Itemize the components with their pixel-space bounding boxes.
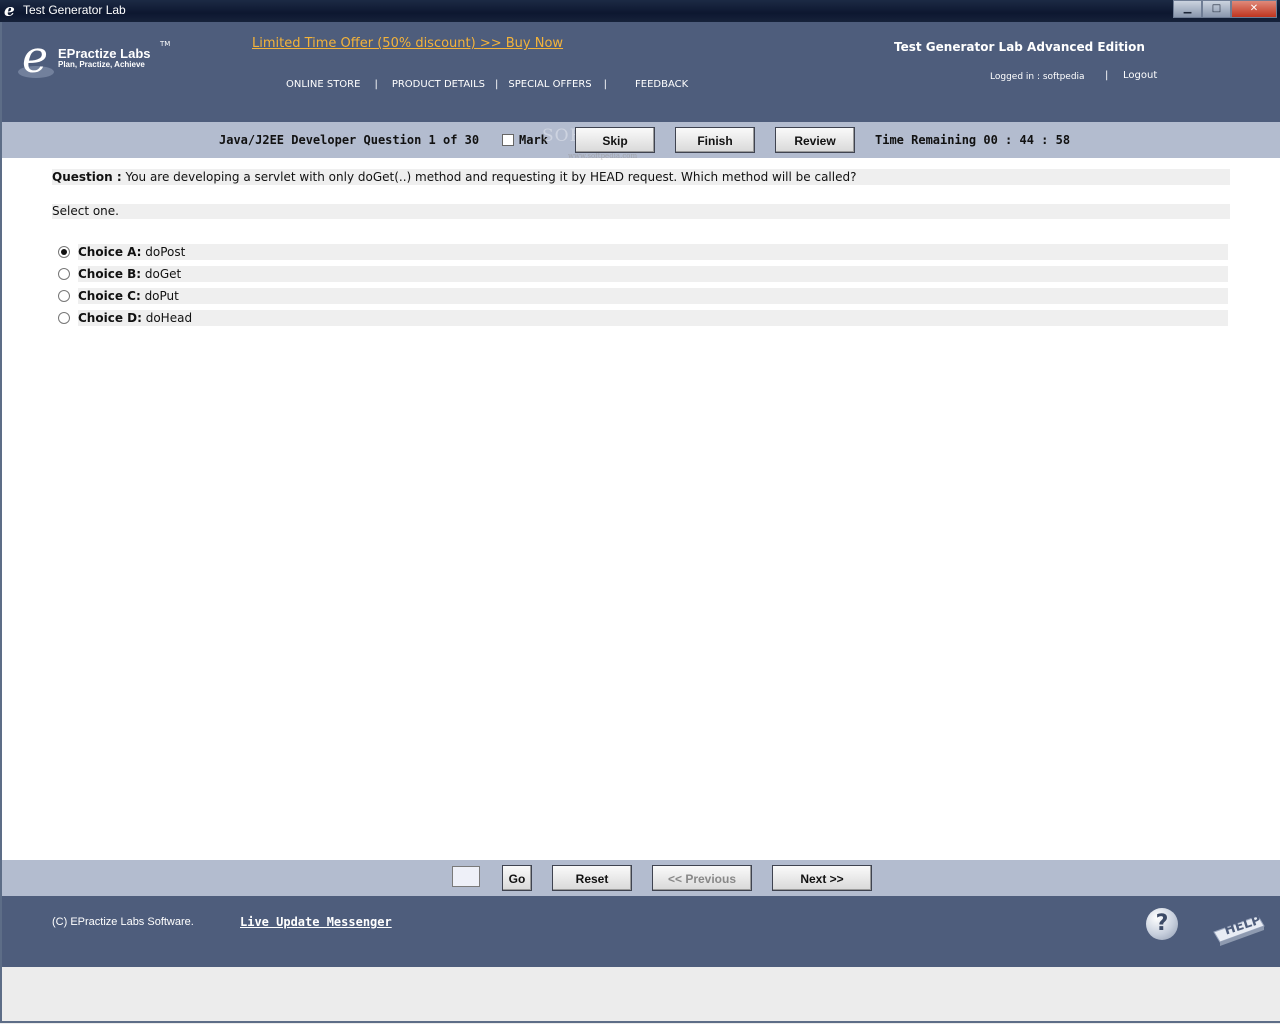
logo-trademark: TM [160, 40, 171, 48]
maximize-button[interactable]: □ [1202, 0, 1231, 18]
choice-text: doPut [140, 289, 179, 303]
help-icon[interactable]: HELP [1210, 906, 1266, 946]
nav-separator: | [374, 79, 378, 90]
nav-separator: | [603, 79, 607, 90]
copyright-text: (C) EPractize Labs Software. [52, 916, 194, 928]
app-header: e EPractize Labs TM Plan, Practize, Achi… [2, 22, 1280, 122]
choice-key: Choice C: [78, 289, 141, 303]
choice-label[interactable]: Choice C: doPut [78, 288, 1228, 304]
choice-key: Choice B: [78, 267, 142, 281]
epractize-logo-icon: e [18, 32, 54, 82]
radio-button[interactable] [58, 312, 70, 324]
radio-button[interactable] [58, 268, 70, 280]
question-mark-icon[interactable]: ? [1146, 908, 1178, 940]
question-body: You are developing a servlet with only d… [121, 170, 857, 184]
nav-separator: | [495, 79, 499, 90]
radio-button-selected[interactable] [58, 246, 70, 258]
app-window: e EPractize Labs TM Plan, Practize, Achi… [0, 22, 1280, 1023]
time-remaining: Time Remaining 00 : 44 : 58 [875, 133, 1071, 147]
choice-label[interactable]: Choice D: doHead [78, 310, 1228, 326]
nav-product-details[interactable]: PRODUCT DETAILS [392, 79, 485, 90]
radio-button[interactable] [58, 290, 70, 302]
goto-question-input[interactable] [452, 866, 480, 887]
minimize-button[interactable]: ▁ [1173, 0, 1202, 18]
logo-name: EPractize Labs [58, 46, 151, 61]
choice-b[interactable]: Choice B: doGet [58, 266, 1228, 282]
review-button[interactable]: Review [775, 127, 855, 153]
offer-link[interactable]: Limited Time Offer (50% discount) >> Buy… [252, 36, 563, 51]
nav-online-store[interactable]: ONLINE STORE [286, 79, 360, 90]
logout-link[interactable]: Logout [1123, 70, 1157, 81]
nav-feedback[interactable]: FEEDBACK [635, 79, 688, 90]
question-counter: Java/J2EE Developer Question 1 of 30 [219, 133, 480, 147]
choice-text: doHead [141, 311, 193, 325]
choice-key: Choice A: [78, 245, 142, 259]
choice-c[interactable]: Choice C: doPut [58, 288, 1228, 304]
question-text: Question : You are developing a servlet … [52, 169, 1230, 185]
nav-special-offers[interactable]: SPECIAL OFFERS [508, 79, 591, 90]
previous-button[interactable]: << Previous [652, 865, 752, 891]
go-button[interactable]: Go [502, 865, 532, 891]
choice-d[interactable]: Choice D: doHead [58, 310, 1228, 326]
choice-label[interactable]: Choice A: doPost [78, 244, 1228, 260]
checkbox-box[interactable] [502, 134, 514, 146]
reset-button[interactable]: Reset [552, 865, 632, 891]
skip-button[interactable]: Skip [575, 127, 655, 153]
edition-title: Test Generator Lab Advanced Edition [894, 40, 1145, 54]
window-controls: ▁ □ ✕ [1173, 0, 1277, 18]
logged-in-status: Logged in : softpedia [990, 72, 1085, 82]
choice-label[interactable]: Choice B: doGet [78, 266, 1228, 282]
select-instruction: Select one. [52, 204, 1230, 219]
question-label: Question : [52, 170, 122, 184]
logo-tagline: Plan, Practize, Achieve [58, 60, 145, 69]
next-button[interactable]: Next >> [772, 865, 872, 891]
header-nav: ONLINE STORE | PRODUCT DETAILS | SPECIAL… [286, 79, 688, 90]
choice-key: Choice D: [78, 311, 142, 325]
status-area [2, 967, 1280, 1021]
finish-button[interactable]: Finish [675, 127, 755, 153]
app-footer: (C) EPractize Labs Software. Live Update… [2, 896, 1280, 967]
choice-text: doGet [141, 267, 182, 281]
app-logo-icon: e [4, 1, 15, 21]
live-update-link[interactable]: Live Update Messenger [240, 915, 392, 929]
question-toolbar: Java/J2EE Developer Question 1 of 30 Mar… [2, 122, 1280, 160]
choice-a[interactable]: Choice A: doPost [58, 244, 1228, 260]
window-title: Test Generator Lab [23, 3, 126, 17]
svg-text:e: e [22, 32, 48, 82]
choice-text: doPost [141, 245, 186, 259]
nav-separator: | [1105, 70, 1109, 81]
navigation-bar: Go Reset << Previous Next >> [2, 860, 1280, 896]
window-titlebar: e Test Generator Lab ▁ □ ✕ [0, 0, 1280, 22]
close-button[interactable]: ✕ [1231, 0, 1277, 18]
